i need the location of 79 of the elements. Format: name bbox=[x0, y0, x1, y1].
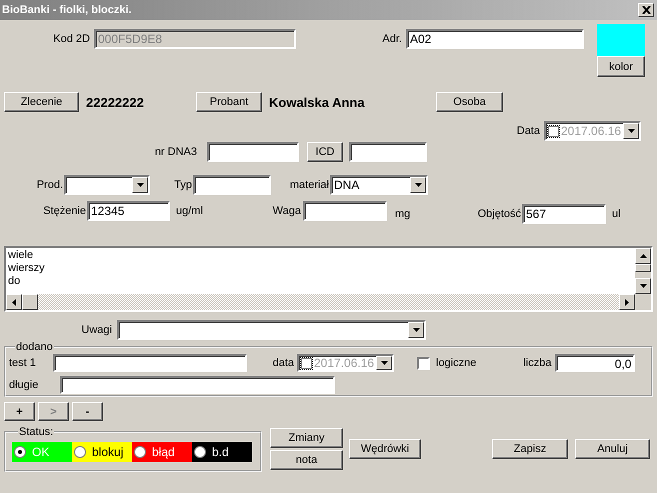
field-label: Adr. bbox=[382, 33, 403, 45]
field-label: data bbox=[272, 357, 295, 369]
material-dropdown[interactable]: DNA bbox=[330, 175, 428, 195]
vertical-scrollbar[interactable] bbox=[635, 248, 651, 294]
dropdown-button[interactable] bbox=[410, 177, 426, 193]
icd-button[interactable]: ICD bbox=[307, 142, 343, 162]
scroll-up-button[interactable] bbox=[635, 248, 651, 264]
dropdown-button[interactable] bbox=[408, 322, 424, 338]
checkbox[interactable] bbox=[548, 126, 559, 136]
patient-name: Kowalska Anna bbox=[269, 94, 365, 110]
field-label: Kod 2D bbox=[53, 33, 91, 45]
status-radio[interactable]: b.d bbox=[192, 442, 252, 462]
group-title: dodano bbox=[15, 341, 54, 353]
test-field[interactable] bbox=[53, 354, 247, 372]
unit-label: ug/ml bbox=[175, 205, 204, 217]
icd-field[interactable] bbox=[349, 142, 427, 162]
note-button[interactable]: nota bbox=[270, 450, 343, 470]
person-button[interactable]: Osoba bbox=[436, 92, 503, 112]
down-arrow-icon bbox=[640, 284, 646, 288]
checkbox-label: logiczne bbox=[436, 357, 478, 369]
scroll-thumb[interactable] bbox=[22, 294, 38, 310]
order-number: 22222222 bbox=[86, 94, 144, 110]
close-icon bbox=[642, 6, 650, 14]
history-button[interactable]: Wędrówki bbox=[349, 439, 421, 459]
scroll-thumb[interactable] bbox=[635, 264, 651, 272]
field-label: Waga bbox=[272, 205, 302, 217]
dropdown-button[interactable] bbox=[132, 177, 148, 193]
unit-label: ul bbox=[612, 208, 622, 220]
scroll-down-button[interactable] bbox=[635, 278, 651, 294]
field-label: test 1 bbox=[9, 357, 37, 369]
checkbox[interactable] bbox=[301, 358, 312, 368]
group-title: Status: bbox=[18, 426, 54, 438]
color-button[interactable]: kolor bbox=[597, 56, 645, 77]
producer-dropdown[interactable] bbox=[64, 175, 150, 195]
scroll-right-button[interactable] bbox=[619, 294, 635, 310]
dropdown-button[interactable] bbox=[376, 356, 392, 370]
concentration-field[interactable]: 12345 bbox=[87, 201, 170, 221]
unit-label: mg bbox=[394, 208, 412, 220]
up-arrow-icon bbox=[640, 254, 646, 258]
caret-icon bbox=[628, 129, 634, 133]
type-field[interactable] bbox=[193, 175, 271, 195]
status-radio[interactable]: błąd bbox=[132, 442, 192, 462]
close-button[interactable] bbox=[638, 3, 654, 17]
right-arrow-icon bbox=[625, 298, 629, 306]
window-title: BioBanki - fiolki, bloczki. bbox=[2, 4, 132, 16]
field-label: Objętość bbox=[478, 208, 522, 220]
horizontal-scrollbar[interactable] bbox=[6, 294, 635, 310]
dropdown-button[interactable] bbox=[623, 123, 639, 139]
remarks-dropdown[interactable] bbox=[117, 320, 426, 340]
scroll-left-button[interactable] bbox=[6, 294, 22, 310]
changes-button[interactable]: Zmiany bbox=[270, 428, 343, 448]
field-label: Uwagi bbox=[81, 324, 113, 336]
field-label: liczba bbox=[523, 357, 552, 369]
field-label: Stężenie bbox=[43, 205, 87, 217]
number-field[interactable]: 0,0 bbox=[555, 354, 636, 372]
long-field[interactable] bbox=[60, 376, 335, 394]
order-button[interactable]: Zlecenie bbox=[4, 92, 79, 112]
caret-icon bbox=[380, 361, 388, 365]
weight-field[interactable] bbox=[303, 201, 387, 221]
cancel-button[interactable]: Anuluj bbox=[575, 439, 650, 459]
status-radio[interactable]: blokuj bbox=[72, 442, 132, 462]
checkbox[interactable] bbox=[417, 356, 430, 370]
caret-icon bbox=[136, 183, 144, 187]
field-label: Typ bbox=[174, 179, 193, 191]
nav-button[interactable]: - bbox=[72, 402, 103, 421]
nav-button[interactable]: + bbox=[4, 402, 35, 421]
field-label: Data bbox=[516, 125, 541, 137]
field-label: Prod. bbox=[36, 179, 64, 191]
volume-field[interactable]: 567 bbox=[522, 204, 606, 224]
field-label: materiał bbox=[290, 179, 330, 191]
dna-number-field[interactable] bbox=[207, 142, 299, 162]
save-button[interactable]: Zapisz bbox=[492, 439, 568, 459]
address-field[interactable]: A02 bbox=[406, 29, 584, 49]
caret-icon bbox=[412, 328, 420, 332]
caret-icon bbox=[414, 183, 422, 187]
patient-button[interactable]: Probant bbox=[196, 92, 262, 112]
field-label: nr DNA3 bbox=[154, 146, 198, 158]
field-label: długie bbox=[9, 379, 40, 391]
left-arrow-icon bbox=[12, 298, 16, 306]
